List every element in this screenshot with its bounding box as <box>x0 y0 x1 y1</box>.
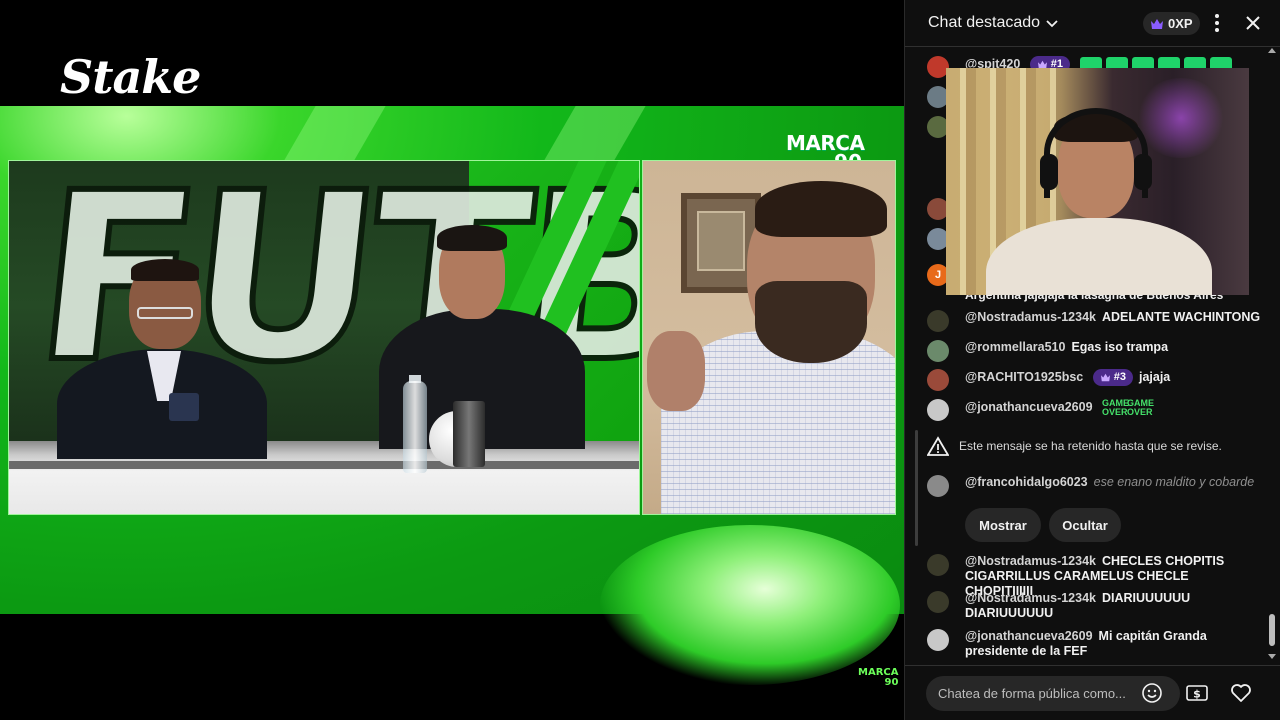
studio-feed: FUTBOL <box>8 160 640 515</box>
panelist-left <box>47 259 267 461</box>
watermark-line2: 90 <box>884 676 899 688</box>
chat-username[interactable]: @jonathancueva2609 <box>965 629 1093 643</box>
backdrop-ball-graphic <box>600 525 900 685</box>
webcam-neon-light <box>1136 78 1226 158</box>
held-message-notice: Este mensaje se ha retenido hasta que se… <box>927 436 1222 456</box>
remote-guest-feed <box>642 160 896 515</box>
guest-hand <box>647 331 705 411</box>
chat-username[interactable]: @Nostradamus-1234k <box>965 310 1096 324</box>
avatar <box>927 591 949 613</box>
phone <box>169 393 199 421</box>
avatar <box>927 340 949 362</box>
svg-text:$: $ <box>1193 688 1201 701</box>
close-icon[interactable] <box>1243 13 1263 33</box>
crown-icon <box>1100 373 1110 382</box>
avatar <box>927 475 949 497</box>
chat-username[interactable]: @francohidalgo6023 <box>965 475 1088 489</box>
scroll-up-arrow[interactable] <box>1268 48 1276 53</box>
game-over-emote: GAME OVER <box>1127 398 1155 417</box>
more-options-icon[interactable] <box>1209 12 1225 34</box>
streamer-webcam-overlay <box>946 68 1249 295</box>
warning-icon <box>927 436 949 456</box>
chat-username[interactable]: @Nostradamus-1234k <box>965 591 1096 605</box>
chat-mode-selector[interactable]: Chat destacado <box>928 14 1058 32</box>
chat-username[interactable]: @rommellara510 <box>965 340 1065 354</box>
chat-footer: $ <box>905 665 1280 720</box>
game-over-emote: GAME OVER <box>1102 398 1130 417</box>
chat-message-text: Egas iso trampa <box>1071 340 1169 354</box>
emoji-icon[interactable] <box>1141 682 1163 704</box>
heart-icon[interactable] <box>1229 682 1253 704</box>
chat-message-text: ese enano maldito y cobarde <box>1093 475 1255 489</box>
hide-message-button[interactable]: Ocultar <box>1049 508 1121 542</box>
avatar <box>927 310 949 332</box>
avatar <box>927 399 949 421</box>
chevron-down-icon <box>1046 20 1058 28</box>
chat-username[interactable]: @RACHITO1925bsc <box>965 370 1083 384</box>
video-player[interactable]: Stake MARCA 90 FUTBOL <box>0 0 904 720</box>
crown-icon <box>1151 18 1163 29</box>
stake-logo: Stake <box>60 50 201 104</box>
marca-90-watermark: MARCA 90 <box>858 668 898 687</box>
super-chat-icon[interactable]: $ <box>1185 682 1209 704</box>
rank-badge: #3 <box>1092 369 1133 386</box>
chat-message-text: ADELANTE WACHINTONG <box>1102 310 1261 324</box>
avatar <box>927 629 949 651</box>
scroll-down-arrow[interactable] <box>1268 654 1276 659</box>
chat-username[interactable]: @jonathancueva2609 <box>965 400 1093 414</box>
chat-username[interactable]: @Nostradamus-1234k <box>965 554 1096 568</box>
xp-badge[interactable]: 0XP <box>1143 12 1200 35</box>
desk-edge <box>9 461 639 469</box>
avatar <box>927 554 949 576</box>
held-message-indicator-bar <box>915 430 918 546</box>
tumbler <box>453 401 485 467</box>
show-message-button[interactable]: Mostrar <box>965 508 1041 542</box>
app-root: Stake MARCA 90 FUTBOL <box>0 0 1280 720</box>
headset <box>1044 108 1148 198</box>
chat-header: Chat destacado 0XP <box>905 0 1280 47</box>
chat-title: Chat destacado <box>928 14 1041 31</box>
held-message-text: Este mensaje se ha retenido hasta que se… <box>959 439 1222 453</box>
chat-message-text: jajaja <box>1138 369 1171 384</box>
avatar <box>927 369 949 391</box>
water-bottle <box>403 381 427 473</box>
xp-label: 0XP <box>1168 16 1193 31</box>
chat-scrollbar-thumb[interactable] <box>1269 614 1275 646</box>
